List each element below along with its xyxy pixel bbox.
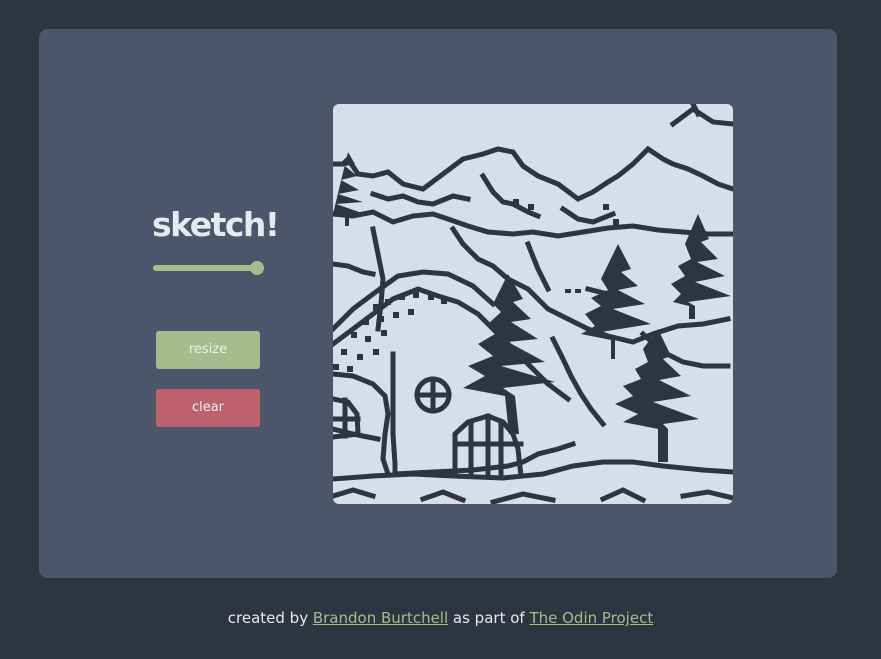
slider-track[interactable] — [153, 265, 257, 271]
footer-credits: created by Brandon Burtchell as part of … — [0, 608, 881, 628]
odin-project-link[interactable]: The Odin Project — [529, 609, 653, 627]
clear-button[interactable]: clear — [156, 389, 260, 427]
footer-prefix: created by — [227, 609, 313, 627]
resize-button[interactable]: resize — [156, 331, 260, 369]
grid-size-slider[interactable] — [153, 260, 264, 276]
slider-thumb[interactable] — [250, 261, 264, 275]
sketch-drawing — [333, 104, 733, 504]
footer-middle: as part of — [448, 609, 530, 627]
app-title: sketch! — [152, 205, 280, 244]
author-link[interactable]: Brandon Burtchell — [313, 609, 448, 627]
sketch-canvas[interactable] — [333, 104, 733, 504]
main-panel: sketch! resize clear — [39, 29, 837, 578]
